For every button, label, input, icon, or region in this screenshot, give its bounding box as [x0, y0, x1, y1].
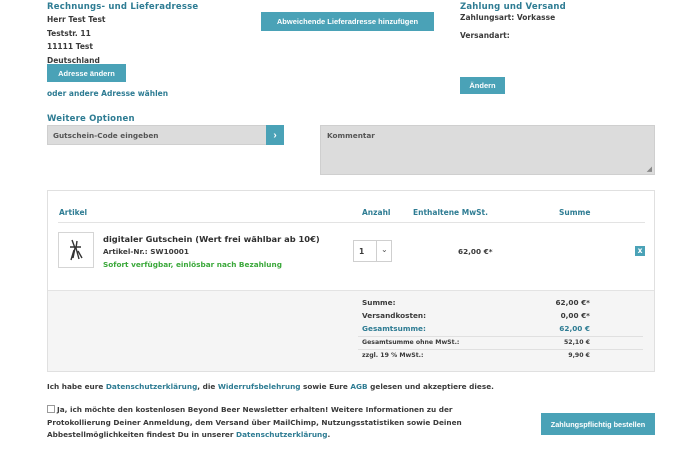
quantity-value: 1: [359, 247, 365, 256]
summary-label: Gesamtsumme ohne MwSt.:: [362, 339, 460, 346]
add-shipping-address-button[interactable]: Abweichende Lieferadresse hinzufügen: [261, 12, 434, 31]
newsletter-line3: Abbestellmöglichkeiten findest Du in uns…: [47, 430, 237, 439]
summary-label: Versandkosten:: [362, 311, 427, 320]
payment-method: Zahlungsart: Vorkasse: [460, 13, 556, 22]
voucher-input[interactable]: Gutschein-Code eingeben: [47, 125, 267, 145]
select-divider: [376, 241, 377, 261]
header-divider: [58, 222, 645, 223]
chevron-right-icon: ›: [273, 129, 277, 141]
summary-value: 0,00 €*: [560, 311, 590, 320]
change-payment-button[interactable]: Ändern: [460, 77, 505, 94]
summary-divider: [358, 349, 643, 350]
newsletter-checkbox[interactable]: [47, 405, 55, 413]
billing-title: Rechnungs- und Lieferadresse: [47, 2, 199, 12]
legal-sep: , die: [197, 382, 218, 391]
privacy-link[interactable]: Datenschutzerklärung: [106, 382, 197, 391]
newsletter-line: Protokollierung Deiner Anmeldung, dem Ve…: [47, 417, 462, 427]
product-name[interactable]: digitaler Gutschein (Wert frei wählbar a…: [103, 234, 320, 244]
place-order-button[interactable]: Zahlungspflichtig bestellen: [541, 413, 655, 435]
remove-item-button[interactable]: x: [635, 246, 645, 256]
header-article: Artikel: [59, 208, 88, 217]
summary-value: 62,00 €: [559, 324, 590, 333]
legal-text: Ich habe eure Datenschutzerklärung, die …: [47, 382, 494, 391]
product-availability: Sofort verfügbar, einlösbar nach Bezahlu…: [103, 260, 282, 269]
header-quantity: Anzahl: [362, 208, 391, 217]
change-address-button[interactable]: Adresse ändern: [47, 64, 126, 82]
legal-prefix: Ich habe eure: [47, 382, 106, 391]
summary-label: Summe:: [362, 298, 396, 307]
product-sku: Artikel-Nr.: SW10001: [103, 247, 189, 256]
product-thumbnail-icon: [70, 239, 83, 261]
voucher-submit-button[interactable]: ›: [266, 125, 284, 145]
newsletter-privacy-link[interactable]: Datenschutzerklärung: [236, 430, 327, 439]
newsletter-line: Abbestellmöglichkeiten findest Du in uns…: [47, 429, 462, 442]
agb-link[interactable]: AGB: [350, 382, 367, 391]
product-image[interactable]: [58, 232, 94, 268]
address-line: Herr Test Test: [47, 15, 106, 24]
resize-handle-icon[interactable]: ◢: [647, 165, 652, 173]
newsletter-text: Ja, ich möchte den kostenlosen Beyond Be…: [57, 404, 453, 417]
summary-label: Gesamtsumme:: [362, 324, 426, 333]
shipping-method: Versandart:: [460, 31, 510, 40]
billing-address: Herr Test Test Teststr. 11 11111 Test De…: [47, 13, 106, 67]
newsletter-dot: .: [327, 430, 331, 439]
close-icon: x: [637, 246, 643, 256]
summary-value: 62,00 €*: [555, 298, 590, 307]
quantity-select[interactable]: 1 ⌄: [353, 240, 392, 262]
voucher-placeholder: Gutschein-Code eingeben: [53, 131, 159, 140]
summary-value: 52,10 €: [563, 339, 590, 346]
summary-label: zzgl. 19 % MwSt.:: [362, 352, 424, 359]
options-title: Weitere Optionen: [47, 114, 135, 124]
header-tax: Enthaltene MwSt.: [413, 208, 488, 217]
cart-table: Artikel Anzahl Enthaltene MwSt. Summe di…: [47, 190, 655, 372]
newsletter-text-cont: Protokollierung Deiner Anmeldung, dem Ve…: [47, 417, 462, 442]
other-address-link[interactable]: oder andere Adresse wählen: [47, 89, 168, 98]
item-price: 62,00 €*: [458, 247, 493, 256]
summary-divider: [358, 336, 643, 337]
comment-textarea[interactable]: Kommentar ◢: [320, 125, 655, 175]
address-line: 11111 Test: [47, 42, 93, 51]
legal-suffix: gelesen und akzeptiere diese.: [367, 382, 494, 391]
summary-value: 9,90 €: [568, 352, 590, 359]
legal-sep: sowie Eure: [300, 382, 351, 391]
revocation-link[interactable]: Widerrufsbelehrung: [218, 382, 301, 391]
address-line: Teststr. 11: [47, 28, 91, 38]
comment-placeholder: Kommentar: [327, 131, 375, 140]
cart-summary: Summe: 62,00 €* Versandkosten: 0,00 €* G…: [48, 290, 654, 371]
header-total: Summe: [559, 208, 591, 217]
chevron-down-icon: ⌄: [381, 245, 388, 254]
newsletter-line: Ja, ich möchte den kostenlosen Beyond Be…: [57, 405, 453, 414]
